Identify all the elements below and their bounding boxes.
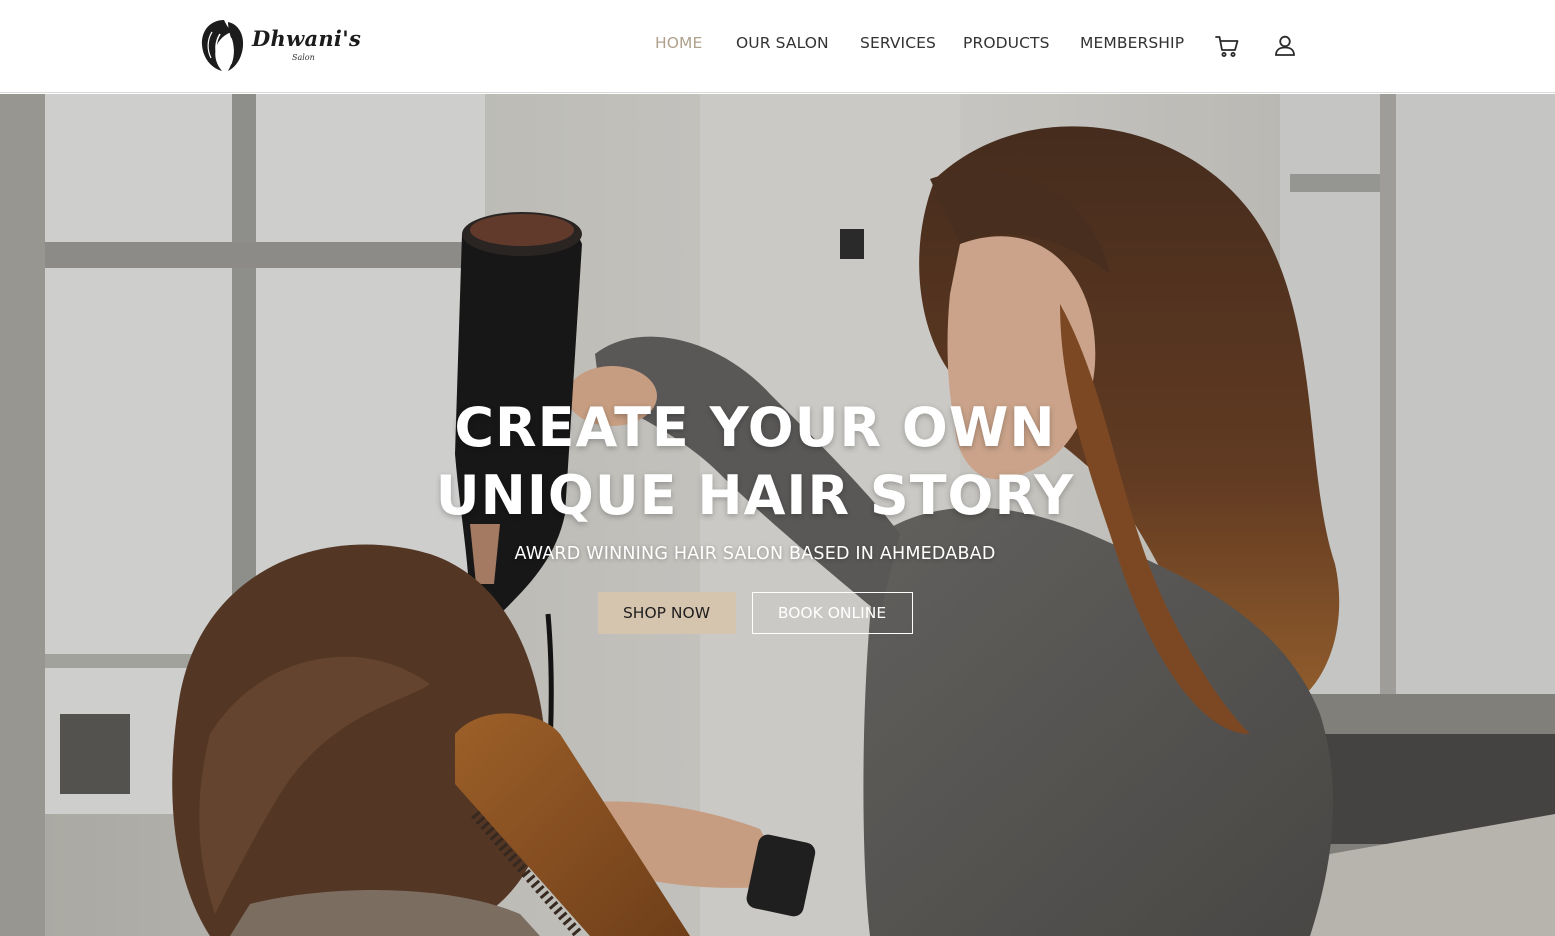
nav-item-our-salon[interactable]: OUR SALON (736, 34, 829, 52)
hero-section: CREATE YOUR OWN UNIQUE HAIR STORY AWARD … (0, 94, 1555, 936)
site-header: Dhwani's Salon HOME OUR SALON SERVICES P… (0, 0, 1555, 93)
hero-title: CREATE YOUR OWN UNIQUE HAIR STORY (0, 394, 1510, 530)
hero-content: CREATE YOUR OWN UNIQUE HAIR STORY AWARD … (0, 394, 1510, 634)
nav-item-products[interactable]: PRODUCTS (963, 34, 1050, 52)
nav-item-home[interactable]: HOME (655, 34, 702, 52)
account-button[interactable] (1272, 33, 1298, 59)
hero-buttons: SHOP NOW BOOK ONLINE (0, 592, 1510, 634)
nav-item-membership[interactable]: MEMBERSHIP (1080, 34, 1184, 52)
cart-button[interactable] (1214, 33, 1240, 59)
nav-item-services[interactable]: SERVICES (860, 34, 936, 52)
hero-subtitle: AWARD WINNING HAIR SALON BASED IN AHMEDA… (514, 544, 996, 564)
cart-icon (1215, 36, 1239, 57)
shop-now-button[interactable]: SHOP NOW (597, 592, 736, 634)
main-nav: HOME OUR SALON SERVICES PRODUCTS MEMBERS… (0, 34, 1555, 56)
book-online-button[interactable]: BOOK ONLINE (751, 592, 913, 634)
user-icon (1275, 35, 1295, 56)
hero-title-line-2: UNIQUE HAIR STORY (435, 464, 1075, 527)
hero-title-line-1: CREATE YOUR OWN (454, 396, 1056, 459)
